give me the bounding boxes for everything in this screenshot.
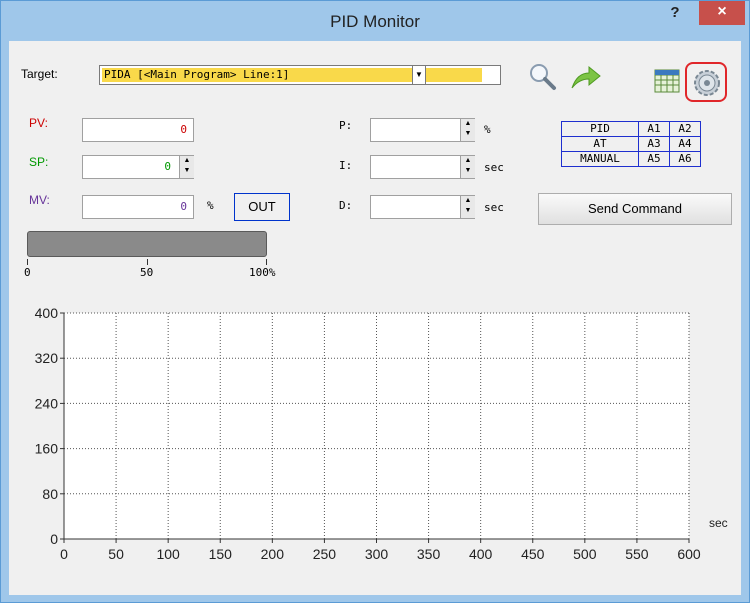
x-tick-label: 600 — [677, 546, 701, 562]
pv-field[interactable]: 0 — [82, 118, 194, 142]
bar-scale-50: 50 — [140, 266, 154, 279]
i-unit: sec — [484, 161, 504, 174]
d-stepper[interactable]: ▲ ▼ — [460, 196, 475, 218]
mode-cell: A5 — [638, 151, 670, 167]
x-tick-label: 500 — [573, 546, 597, 562]
chevron-down-icon[interactable]: ▼ — [412, 65, 426, 85]
sp-stepper[interactable]: ▲ ▼ — [179, 156, 194, 178]
mode-cell: A1 — [638, 121, 670, 137]
x-tick-label: 0 — [60, 546, 68, 562]
x-tick-label: 300 — [365, 546, 389, 562]
y-tick-label: 240 — [35, 395, 59, 411]
p-label: P: — [339, 119, 353, 132]
x-axis-label: sec — [709, 516, 728, 530]
mode-cell: A3 — [638, 136, 670, 152]
mv-unit: % — [207, 199, 214, 212]
mode-cell: A2 — [669, 121, 701, 137]
mode-cell: PID — [561, 121, 639, 137]
target-select[interactable]: PIDA [<Main Program> Line:1] — [99, 65, 501, 85]
i-stepper[interactable]: ▲ ▼ — [460, 156, 475, 178]
mode-cell: A6 — [669, 151, 701, 167]
sp-label: SP: — [29, 155, 49, 169]
i-label: I: — [339, 159, 353, 172]
bar-scale-0: 0 — [24, 266, 31, 279]
mode-cell: MANUAL — [561, 151, 639, 167]
y-tick-label: 320 — [35, 350, 59, 366]
bar-tick — [147, 259, 148, 265]
bar-scale-100: 100% — [249, 266, 276, 279]
help-button[interactable]: ? — [661, 3, 689, 27]
mode-cell: AT — [561, 136, 639, 152]
pid-monitor-window: PID Monitor ? × Target: PIDA [<Main Prog… — [0, 0, 750, 603]
bar-tick — [266, 259, 267, 265]
y-tick-label: 80 — [42, 486, 58, 502]
y-tick-label: 160 — [35, 441, 59, 457]
x-tick-label: 150 — [209, 546, 233, 562]
close-button[interactable]: × — [699, 1, 745, 25]
x-tick-label: 450 — [521, 546, 545, 562]
y-tick-label: 400 — [35, 305, 59, 321]
d-unit: sec — [484, 201, 504, 214]
output-bar — [27, 231, 267, 257]
y-tick-label: 0 — [50, 531, 58, 547]
x-tick-label: 550 — [625, 546, 649, 562]
sp-field[interactable]: 0 — [82, 155, 194, 179]
x-tick-label: 350 — [417, 546, 441, 562]
p-stepper[interactable]: ▲ ▼ — [460, 119, 475, 141]
p-unit: % — [484, 123, 491, 136]
trend-chart: 0 50 100 150 200 250 300 350 400 450 500 550 600 0 80 1… — [35, 305, 728, 562]
out-button[interactable]: OUT — [234, 193, 290, 221]
x-tick-label: 50 — [108, 546, 124, 562]
mode-cell: A4 — [669, 136, 701, 152]
title-bar: PID Monitor ? × — [1, 1, 749, 41]
client-area: Target: PIDA [<Main Program> Line:1] ▼ P… — [9, 41, 741, 595]
send-command-button[interactable]: Send Command — [538, 193, 732, 225]
x-tick-label: 100 — [156, 546, 180, 562]
send-command-label: Send Command — [588, 201, 682, 216]
table-view-icon[interactable] — [654, 69, 680, 93]
x-tick-label: 200 — [261, 546, 285, 562]
d-label: D: — [339, 199, 353, 212]
window-title: PID Monitor — [330, 12, 420, 31]
gear-icon[interactable] — [692, 68, 722, 98]
target-label: Target: — [21, 67, 58, 81]
mv-field[interactable]: 0 — [82, 195, 194, 219]
mode-table: PID A1 A2 AT A3 A4 MANUAL A5 A6 — [561, 121, 701, 167]
trend-arrow-icon[interactable] — [569, 61, 603, 91]
x-tick-label: 250 — [313, 546, 337, 562]
pv-label: PV: — [29, 116, 48, 130]
mv-label: MV: — [29, 193, 50, 207]
search-icon[interactable] — [527, 61, 557, 91]
x-tick-label: 400 — [469, 546, 493, 562]
bar-tick — [27, 259, 28, 265]
